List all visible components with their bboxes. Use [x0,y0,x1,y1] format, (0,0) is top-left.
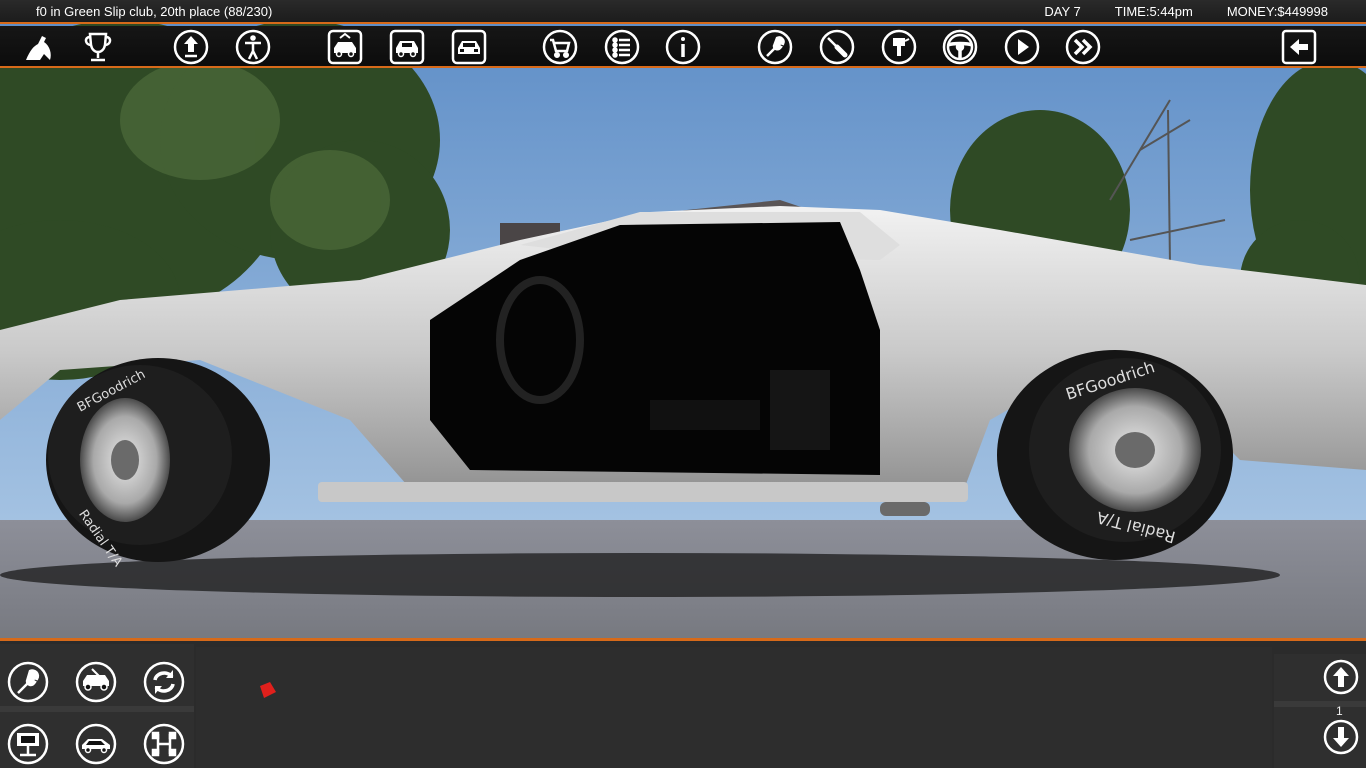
shop-button[interactable] [541,28,579,66]
car-garage-2-icon [389,29,425,65]
bottom-panel [0,638,1366,768]
list-button[interactable] [603,28,641,66]
arrow-up-icon [1323,659,1359,695]
scroll-down-button[interactable] [1322,718,1360,756]
car-repair-icon [75,661,117,703]
car-body-icon [75,723,117,765]
play-icon [1004,29,1040,65]
garage-car-3-button[interactable] [450,28,488,66]
paint-spray-icon [881,29,917,65]
tool-car-body-button[interactable] [74,722,118,766]
garage-car-2-button[interactable] [388,28,426,66]
day-display: DAY 7 [1044,4,1081,19]
info-button[interactable] [664,28,702,66]
tool-refresh-button[interactable] [142,660,186,704]
fast-forward-button[interactable] [1064,28,1102,66]
wrench-icon [757,29,793,65]
steering-wheel-icon [942,29,978,65]
driver-button[interactable] [234,28,272,66]
back-arrow-icon [1281,29,1317,65]
upgrade-button[interactable] [172,28,210,66]
shopping-cart-icon [542,29,578,65]
scroll-column [1274,654,1366,768]
screwdriver-icon [819,29,855,65]
bird-logo-icon [26,36,51,60]
club-info: f0 in Green Slip club, 20th place (88/23… [36,4,273,19]
drive-button[interactable] [941,28,979,66]
status-bar: f0 in Green Slip club, 20th place (88/23… [0,0,1366,24]
upgrade-arrow-icon [173,29,209,65]
tool-grid [0,644,194,768]
car-garage-1-icon [327,29,363,65]
trophy-icon [84,32,112,62]
tool-wrench-button[interactable] [6,660,50,704]
engine-stand-icon [7,723,49,765]
paint-button[interactable] [880,28,918,66]
wrench-tool-icon [7,661,49,703]
info-icon [665,29,701,65]
car-garage-3-icon [451,29,487,65]
garage-car-1-button[interactable] [326,28,364,66]
screwdriver-button[interactable] [818,28,856,66]
scroll-up-button[interactable] [1322,658,1360,696]
trophy-button[interactable] [79,28,117,66]
car-shadow [0,553,1280,597]
fast-forward-icon [1065,29,1101,65]
wrench-button[interactable] [756,28,794,66]
play-button[interactable] [1003,28,1041,66]
scroll-divider [1274,701,1366,707]
tool-engine-button[interactable] [6,722,50,766]
back-button[interactable] [1280,28,1318,66]
list-icon [604,29,640,65]
status-right: DAY 7 TIME:5:44pm MONEY:$449998 [1044,0,1328,24]
money-display: MONEY:$449998 [1226,4,1328,19]
part-list-area [196,647,1272,768]
arrow-down-icon [1323,719,1359,755]
driver-person-icon [235,29,271,65]
refresh-cycle-icon [143,661,185,703]
page-number: 1 [1336,704,1343,718]
tool-car-repair-button[interactable] [74,660,118,704]
home-button[interactable] [20,28,58,66]
front-wheel [46,358,270,562]
time-display: TIME:5:44pm [1114,4,1193,19]
red-flag-marker-icon [260,682,276,698]
car-sill [318,482,968,502]
tool-chassis-button[interactable] [142,722,186,766]
tool-grid-divider [0,706,194,712]
main-toolbar [0,26,1366,68]
chassis-frame-icon [143,723,185,765]
